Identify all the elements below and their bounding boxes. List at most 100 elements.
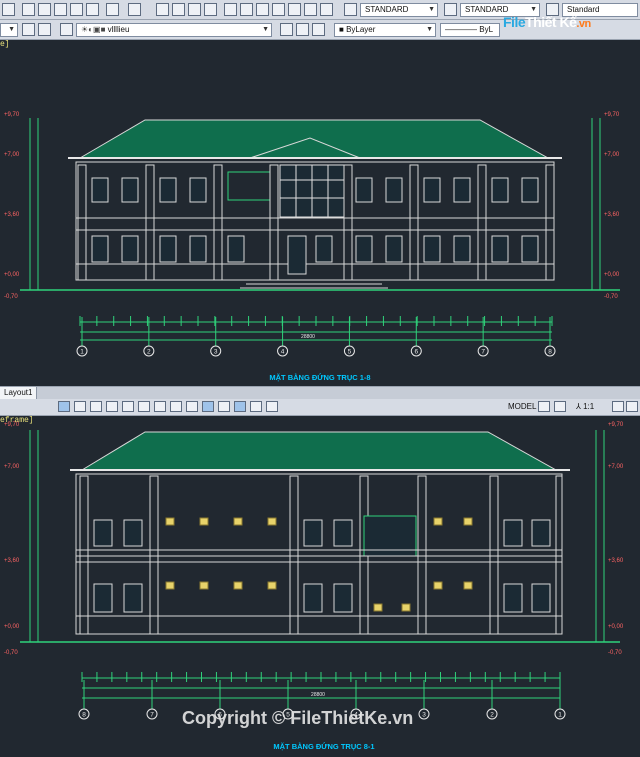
undo-icon[interactable] bbox=[106, 3, 119, 16]
windows bbox=[93, 519, 551, 613]
workspace-settings-icon[interactable] bbox=[38, 23, 51, 36]
color-select[interactable]: ■ ByLayer ▼ bbox=[334, 23, 436, 37]
linetype-value: ByL bbox=[479, 25, 494, 34]
text-style-icon[interactable] bbox=[344, 3, 357, 16]
dimension-ticks bbox=[81, 672, 561, 682]
logo-part1: File bbox=[503, 14, 526, 30]
axis-label: 2 bbox=[490, 712, 494, 719]
dyn-icon[interactable] bbox=[170, 401, 182, 412]
elevation-drawing-8-1: +9,70 +7,00 +3,60 +0,00 -0,70 +9,70 +7,0… bbox=[4, 422, 624, 751]
snap-icon[interactable] bbox=[58, 401, 70, 412]
polar-icon[interactable] bbox=[106, 401, 118, 412]
axis-label: 1 bbox=[80, 349, 84, 356]
copy-icon[interactable] bbox=[38, 3, 51, 16]
tab-layout1[interactable]: Layout1 bbox=[0, 387, 38, 399]
layer-value: vllllieu bbox=[107, 25, 130, 34]
quick-view-drawings-icon[interactable] bbox=[554, 401, 566, 412]
model-space-label[interactable]: MODEL bbox=[508, 400, 536, 414]
chevron-down-icon: ▼ bbox=[8, 26, 15, 33]
dim-style-icon[interactable] bbox=[444, 3, 457, 16]
selection-cycling-icon[interactable] bbox=[234, 401, 246, 412]
elevation-drawing-1-8: +9,70 +7,00 +3,60 +0,00 -0,70 +9,70 +7,0… bbox=[4, 112, 620, 382]
level-label: +7,00 bbox=[4, 464, 20, 470]
otrack-icon[interactable] bbox=[138, 401, 150, 412]
markup-icon[interactable] bbox=[288, 3, 301, 16]
crosshair-icon[interactable] bbox=[266, 401, 278, 412]
annotation-scale[interactable]: ⅄ 1:1 bbox=[576, 400, 594, 414]
drawing-viewport-top[interactable]: e] +9,70 +7,00 +3,60 +0,00 -0,70 +9,70 +… bbox=[0, 40, 640, 386]
lineweight-icon[interactable] bbox=[186, 401, 198, 412]
transparency-icon[interactable] bbox=[202, 401, 214, 412]
level-label: +9,70 bbox=[4, 112, 20, 118]
level-label: +3,60 bbox=[4, 212, 20, 218]
layer-manager-icon[interactable] bbox=[60, 23, 73, 36]
osnap-icon[interactable] bbox=[122, 401, 134, 412]
layer-previous-icon[interactable] bbox=[296, 23, 309, 36]
level-scale-right bbox=[591, 118, 601, 290]
drawing-title: MẶT BẰNG ĐỨNG TRỤC 1-8 bbox=[269, 373, 370, 382]
linetype-select[interactable]: ———— ByL bbox=[440, 23, 500, 37]
gear-icon[interactable] bbox=[22, 23, 35, 36]
level-scale-left bbox=[29, 118, 39, 290]
total-dimension: 28800 bbox=[311, 692, 325, 698]
tool-palettes-icon[interactable] bbox=[256, 3, 269, 16]
zoom-previous-icon[interactable] bbox=[204, 3, 217, 16]
pan-icon[interactable] bbox=[156, 3, 169, 16]
level-label: -0,70 bbox=[4, 294, 18, 300]
axis-label: 2 bbox=[147, 349, 151, 356]
match-properties-icon[interactable] bbox=[70, 3, 83, 16]
quick-view-layouts-icon[interactable] bbox=[538, 401, 550, 412]
level-label: +7,00 bbox=[608, 464, 624, 470]
level-scale-right bbox=[595, 430, 605, 642]
dim-style-value: STANDARD bbox=[465, 5, 509, 14]
level-label: +7,00 bbox=[604, 152, 620, 158]
text-style-value: STANDARD bbox=[365, 5, 409, 14]
viewport-label: eframe] bbox=[0, 416, 34, 425]
zoom-realtime-icon[interactable] bbox=[172, 3, 185, 16]
axis-label: 3 bbox=[422, 712, 426, 719]
properties-icon[interactable] bbox=[224, 3, 237, 16]
level-label: +9,70 bbox=[608, 422, 624, 428]
level-label: +0,00 bbox=[4, 624, 20, 630]
level-label: +0,00 bbox=[608, 624, 624, 630]
paste-icon[interactable] bbox=[54, 3, 67, 16]
design-center-icon[interactable] bbox=[240, 3, 253, 16]
linetype-line: ———— bbox=[445, 25, 480, 34]
level-label: +9,70 bbox=[604, 112, 620, 118]
zoom-window-icon[interactable] bbox=[188, 3, 201, 16]
grid-icon[interactable] bbox=[74, 401, 86, 412]
cut-icon[interactable] bbox=[22, 3, 35, 16]
logo-part3: .vn bbox=[576, 18, 591, 30]
text-style-select[interactable]: STANDARD ▼ bbox=[360, 3, 438, 17]
layout-status-bar: Layout1 MODEL ⅄ 1:1 bbox=[0, 386, 640, 416]
level-label: -0,70 bbox=[608, 650, 622, 656]
block-editor-icon[interactable] bbox=[86, 3, 99, 16]
layer-select[interactable]: ☀◐▣■ vllllieu ▼ bbox=[76, 23, 272, 37]
quick-properties-icon[interactable] bbox=[218, 401, 230, 412]
level-label: +3,60 bbox=[604, 212, 620, 218]
viewport-label: e] bbox=[0, 40, 10, 49]
logo-part2: Thiết Kế bbox=[525, 14, 577, 30]
layer-state-icons: ☀◐▣■ bbox=[81, 25, 108, 34]
ortho-icon[interactable] bbox=[90, 401, 102, 412]
drawing-viewport-bottom[interactable]: eframe] +9,70 +7,00 +3,60 +0,00 -0,70 +9… bbox=[0, 416, 640, 757]
color-value: ByLayer bbox=[346, 25, 376, 34]
chevron-down-icon: ▼ bbox=[262, 26, 269, 33]
calculator-icon[interactable] bbox=[304, 3, 317, 16]
sheet-set-icon[interactable] bbox=[272, 3, 285, 16]
level-scale-left bbox=[29, 430, 39, 642]
layer-iso-icon[interactable] bbox=[312, 23, 325, 36]
level-label: +3,60 bbox=[4, 558, 20, 564]
annotation-visibility-icon[interactable] bbox=[612, 401, 624, 412]
axis-label: 7 bbox=[150, 712, 154, 719]
help-icon[interactable] bbox=[320, 3, 333, 16]
chevron-down-icon: ▼ bbox=[426, 26, 433, 33]
make-current-layer-icon[interactable] bbox=[280, 23, 293, 36]
new-icon[interactable] bbox=[2, 3, 15, 16]
workspace-select[interactable]: ▼ bbox=[0, 23, 18, 37]
annotation-monitor-icon[interactable] bbox=[250, 401, 262, 412]
ducs-icon[interactable] bbox=[154, 401, 166, 412]
auto-scale-icon[interactable] bbox=[626, 401, 638, 412]
redo-icon[interactable] bbox=[128, 3, 141, 16]
level-label: +3,60 bbox=[608, 558, 624, 564]
